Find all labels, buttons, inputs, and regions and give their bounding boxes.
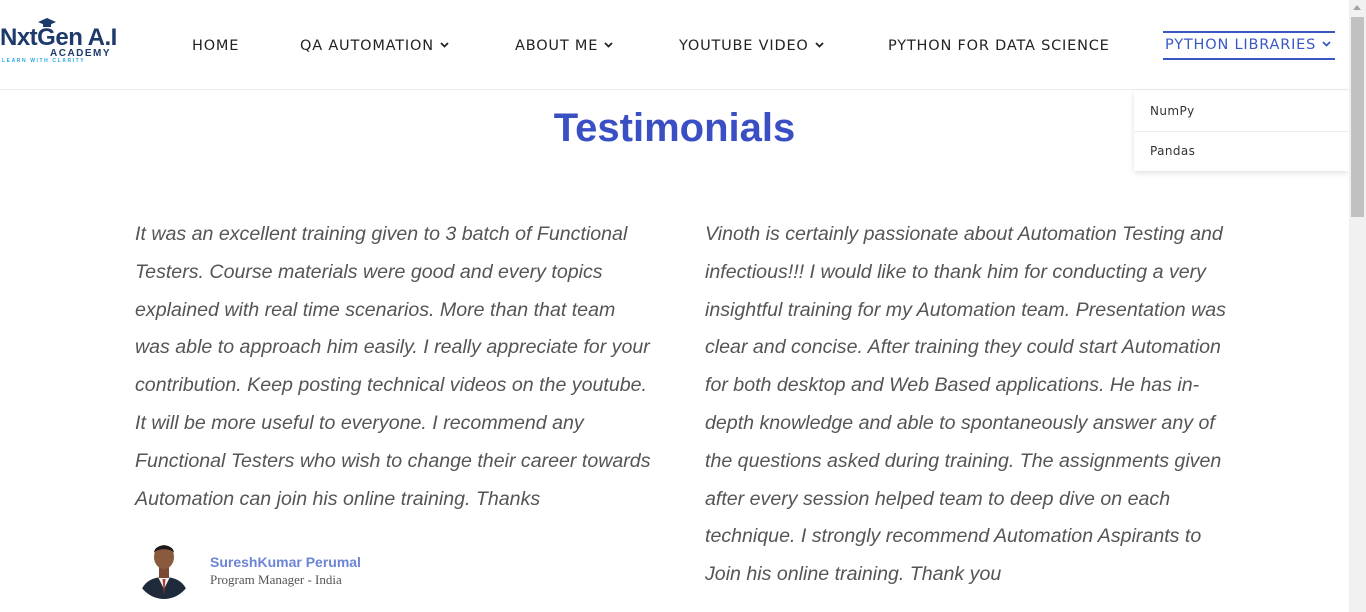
nav-item-python-for-data-science[interactable]: PYTHON FOR DATA SCIENCE (888, 36, 1110, 56)
nav-item-home[interactable]: HOME (192, 36, 239, 56)
nav-item-label: ABOUT ME (515, 38, 599, 54)
author-name: SureshKumar Perumal (210, 554, 361, 570)
nav-item-python-libraries[interactable]: PYTHON LIBRARIES (1163, 31, 1336, 60)
scroll-up-icon[interactable] (1353, 5, 1361, 10)
scrollbar-thumb[interactable] (1351, 17, 1364, 217)
avatar (135, 537, 193, 599)
nav-item-label: PYTHON LIBRARIES (1165, 37, 1317, 53)
chevron-down-icon (814, 34, 824, 54)
site-header: NxtGen A.I ACADEMY LEARN WITH CLARITY HO… (0, 0, 1349, 90)
nav-item-label: QA AUTOMATION (300, 38, 434, 54)
author-role: Program Manager - India (210, 572, 342, 587)
person-photo-icon (135, 537, 193, 599)
testimonial-text: It was an excellent training given to 3 … (135, 223, 651, 510)
nav-item-about-me[interactable]: ABOUT ME (515, 36, 613, 56)
chevron-down-icon (604, 34, 613, 54)
nav-item-qa-automation[interactable]: QA AUTOMATION (300, 36, 449, 56)
testimonial-text: Vinoth is certainly passionate about Aut… (705, 223, 1226, 586)
logo-tagline: LEARN WITH CLARITY (2, 58, 86, 64)
vertical-scrollbar[interactable] (1349, 0, 1366, 612)
nav-item-label: PYTHON FOR DATA SCIENCE (888, 38, 1110, 54)
page-title: Testimonials (553, 106, 796, 150)
nav-item-youtube-video[interactable]: YOUTUBE VIDEO (679, 36, 824, 56)
nav-item-label: YOUTUBE VIDEO (679, 38, 809, 54)
chevron-down-icon (440, 34, 449, 54)
chevron-down-icon (1322, 33, 1331, 53)
testimonial-author: SureshKumar Perumal Program Manager - In… (135, 537, 435, 599)
logo[interactable]: NxtGen A.I ACADEMY LEARN WITH CLARITY (0, 18, 122, 68)
nav-item-label: HOME (192, 38, 240, 54)
